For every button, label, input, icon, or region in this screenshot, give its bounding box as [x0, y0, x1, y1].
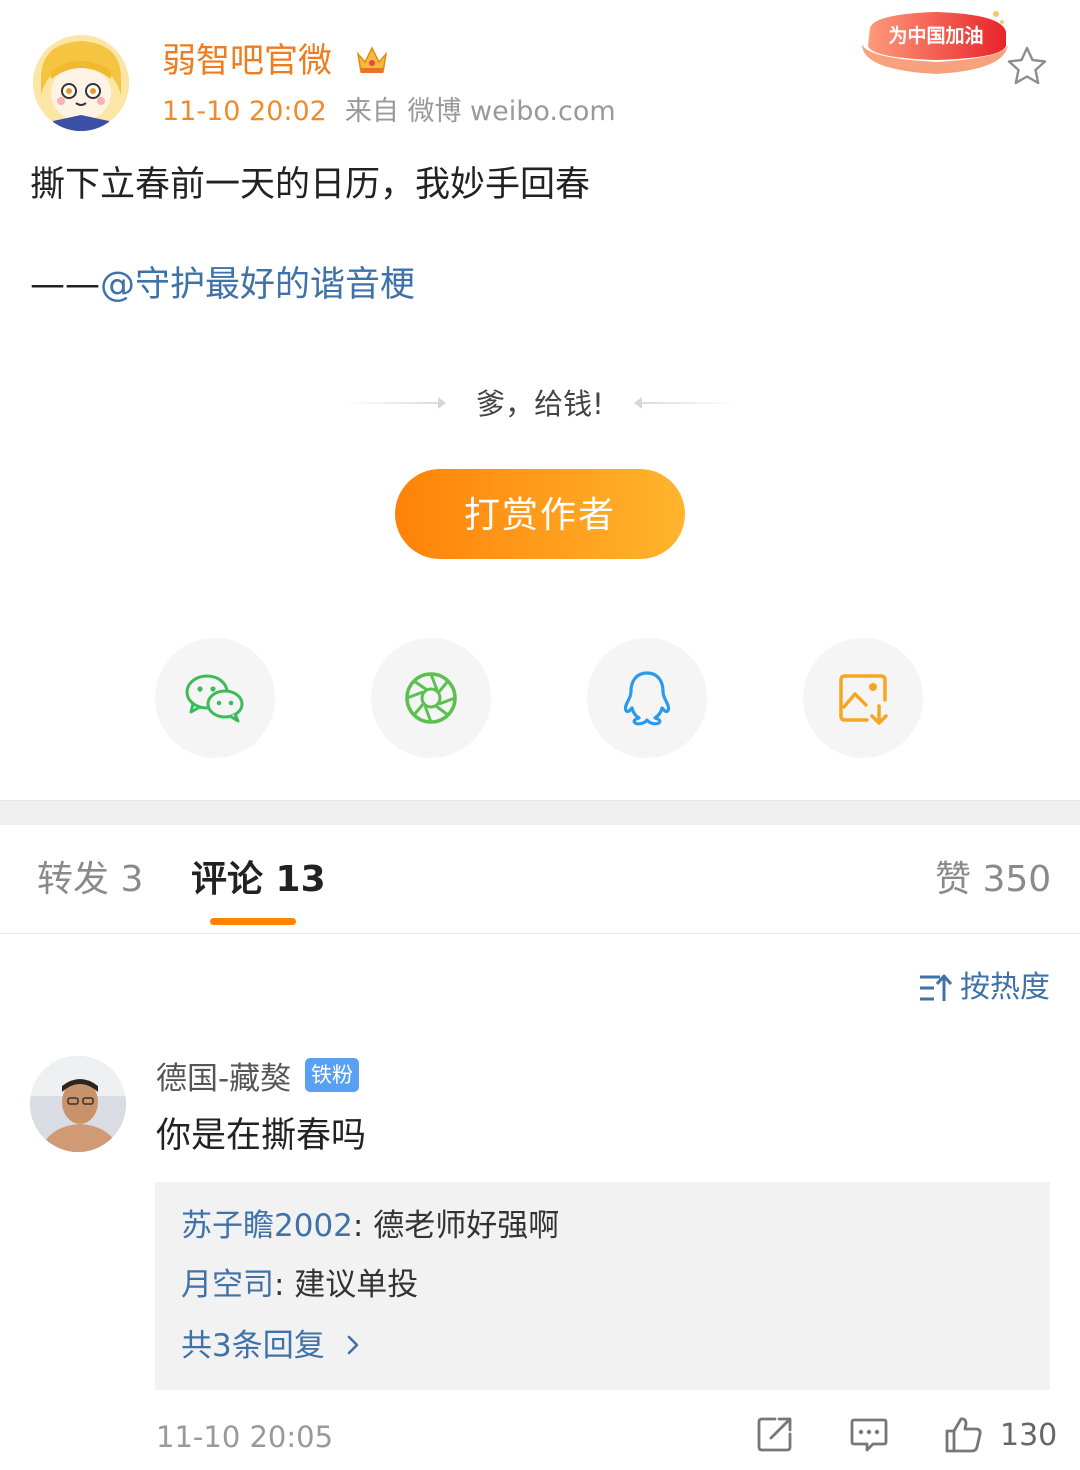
mention-link[interactable]: @守护最好的谐音梗	[100, 265, 415, 305]
tab-likes[interactable]: 赞 350	[935, 856, 1051, 904]
share-wechat-button[interactable]	[155, 638, 275, 758]
share-moments-button[interactable]	[371, 638, 491, 758]
save-image-button[interactable]	[803, 638, 923, 758]
reward-divider-right	[636, 402, 736, 404]
cheer-china-badge[interactable]: 为中国加油	[856, 4, 1014, 82]
sort-by-hot-button[interactable]: 按热度	[918, 968, 1050, 1008]
sort-icon	[920, 974, 953, 1001]
commenter-name[interactable]: 德国-藏獒	[156, 1058, 291, 1100]
post-text: 撕下立春前一天的日历，我妙手回春	[30, 165, 591, 205]
comment-text: 你是在撕春吗	[156, 1116, 367, 1156]
wechat-icon	[185, 674, 244, 723]
post-source: 来自 微博 weibo.com	[344, 96, 616, 127]
save-image-icon	[839, 674, 888, 725]
favorite-star-icon[interactable]	[1005, 44, 1049, 88]
chevron-right-icon	[347, 1335, 358, 1355]
post-meta: 11-10 20:02 来自 微博 weibo.com	[162, 94, 616, 130]
view-more-replies-link[interactable]: 共3条回复	[181, 1325, 365, 1367]
iron-fan-badge: 铁粉	[305, 1058, 359, 1092]
tabs-border	[0, 933, 1080, 934]
tab-comments[interactable]: 评论 13	[191, 856, 326, 904]
reply-item[interactable]: 苏子瞻2002: 德老师好强啊	[181, 1205, 559, 1247]
reply-comment-button[interactable]	[849, 1414, 889, 1454]
post-time: 11-10 20:02	[162, 96, 327, 127]
attribution-dash: ——	[30, 265, 100, 305]
banner-text: 为中国加油	[888, 24, 983, 47]
reward-arrow-left	[438, 397, 446, 409]
author-name[interactable]: 弱智吧官微	[162, 38, 332, 84]
crown-icon	[354, 42, 390, 78]
repost-comment-button[interactable]	[755, 1414, 795, 1454]
comment-time: 11-10 20:05	[156, 1420, 334, 1454]
section-divider	[0, 800, 1080, 825]
tab-reposts[interactable]: 转发 3	[37, 856, 143, 904]
qq-icon	[623, 671, 671, 726]
sort-label: 按热度	[960, 970, 1050, 1005]
share-qq-button[interactable]	[587, 638, 707, 758]
reply-item[interactable]: 月空司: 建议单投	[181, 1264, 418, 1306]
thumbs-up-icon	[945, 1417, 982, 1453]
reward-caption: 爹，给钱!	[476, 387, 604, 421]
moments-icon	[405, 672, 457, 724]
reward-author-button[interactable]: 打赏作者	[395, 469, 685, 559]
more-replies-label: 共3条回复	[181, 1328, 325, 1364]
commenter-avatar[interactable]	[30, 1056, 126, 1152]
comment-like-count: 130	[1000, 1418, 1058, 1453]
author-avatar[interactable]	[33, 35, 129, 131]
like-comment-button[interactable]	[943, 1414, 983, 1454]
reply-author[interactable]: 苏子瞻2002	[181, 1208, 353, 1244]
reply-text: : 建议单投	[274, 1267, 419, 1303]
share-icon	[757, 1417, 792, 1452]
reply-text: : 德老师好强啊	[352, 1208, 560, 1244]
post-attribution: ——@守护最好的谐音梗	[30, 260, 415, 310]
reply-author[interactable]: 月空司	[181, 1267, 274, 1303]
active-tab-indicator	[210, 918, 296, 925]
comment-icon	[850, 1418, 888, 1452]
reward-divider-left	[345, 402, 445, 404]
